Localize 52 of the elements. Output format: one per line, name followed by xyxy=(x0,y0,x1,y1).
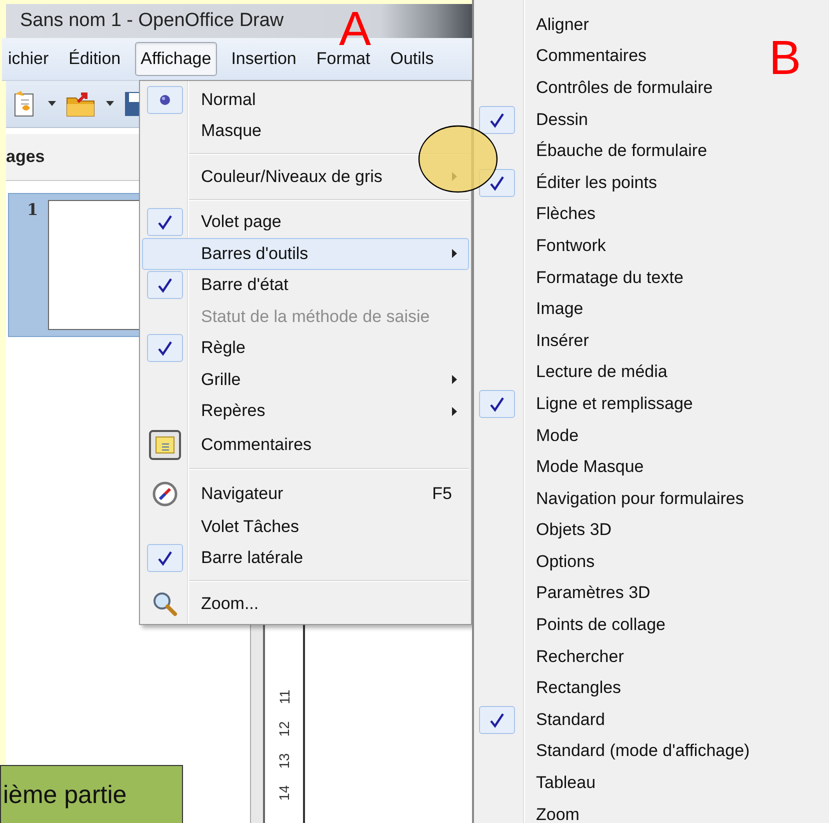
menu-item[interactable]: Barre latérale xyxy=(142,542,469,574)
menu-item[interactable]: Barres d'outils xyxy=(142,238,469,270)
page-number: 1 xyxy=(27,200,38,221)
submenu-item[interactable]: Mode xyxy=(474,420,585,452)
menu-item[interactable]: Navigateur F5 xyxy=(142,476,469,511)
ruler-label: 11 xyxy=(276,690,292,704)
menu[interactable]: Édition xyxy=(62,42,127,76)
submenu-item[interactable]: Standard (mode d'affichage) xyxy=(474,736,756,768)
submenu-item[interactable]: Rechercher xyxy=(474,640,630,672)
submenu-item[interactable]: Paramètres 3D xyxy=(474,578,656,610)
ruler-label: 12 xyxy=(276,721,292,737)
menu[interactable]: Affichage xyxy=(134,42,218,76)
ruler-label: 13 xyxy=(276,753,292,769)
submenu-item[interactable]: Contrôles de formulaire xyxy=(474,72,719,104)
menu-item[interactable]: Repères xyxy=(142,396,469,427)
menu-item[interactable]: Zoom... xyxy=(142,588,469,620)
submenu-item[interactable]: Aligner xyxy=(474,9,595,41)
submenu-item[interactable]: Standard xyxy=(474,704,611,736)
submenu-item[interactable]: Commentaires xyxy=(474,40,653,72)
submenu-item[interactable]: Flèches xyxy=(474,198,602,230)
menu[interactable]: ichier xyxy=(2,42,55,76)
callout-letter: B xyxy=(769,35,802,83)
window-title: Sans nom 1 - OpenOffice Draw xyxy=(20,10,284,32)
caption-text: ième partie xyxy=(3,780,127,810)
menu-item[interactable]: Normal xyxy=(142,84,469,116)
folder-icon[interactable] xyxy=(66,90,96,118)
shortcut-label: F5 xyxy=(432,484,452,504)
submenu-item[interactable]: Ligne et remplissage xyxy=(474,388,699,420)
menu-item[interactable]: Commentaires xyxy=(142,427,469,462)
caret-icon[interactable] xyxy=(106,101,114,107)
menu-item[interactable]: Grille xyxy=(142,364,469,396)
submenu-item[interactable]: Dessin xyxy=(474,104,594,136)
submenu-item[interactable]: Zoom xyxy=(474,798,586,823)
callout-letter: A xyxy=(339,6,372,54)
submenu-item[interactable]: Options xyxy=(474,546,601,578)
submenu-item[interactable]: Lecture de média xyxy=(474,356,674,388)
menu-item[interactable]: Volet Tâches xyxy=(142,511,469,542)
submenu-item[interactable]: Rectangles xyxy=(474,672,628,704)
caret-icon[interactable] xyxy=(48,101,56,107)
submenu-item[interactable]: Fontwork xyxy=(474,230,612,262)
menu[interactable]: Insertion xyxy=(225,42,302,76)
submenu-item[interactable]: Navigation pour formulaires xyxy=(474,482,750,514)
submenu-item[interactable]: Tableau xyxy=(474,767,602,799)
submenu-item[interactable]: Image xyxy=(474,293,590,325)
panel-title: ages xyxy=(6,147,45,167)
ruler-label: 14 xyxy=(276,785,292,801)
submenu-item[interactable]: Objets 3D xyxy=(474,514,618,546)
submenu-item[interactable]: Mode Masque xyxy=(474,451,650,483)
submenu-item[interactable]: Points de collage xyxy=(474,609,672,641)
submenu-item[interactable]: Insérer xyxy=(474,324,595,357)
submenu-item[interactable]: Formatage du texte xyxy=(474,262,690,294)
menu[interactable]: Outils xyxy=(384,42,440,76)
